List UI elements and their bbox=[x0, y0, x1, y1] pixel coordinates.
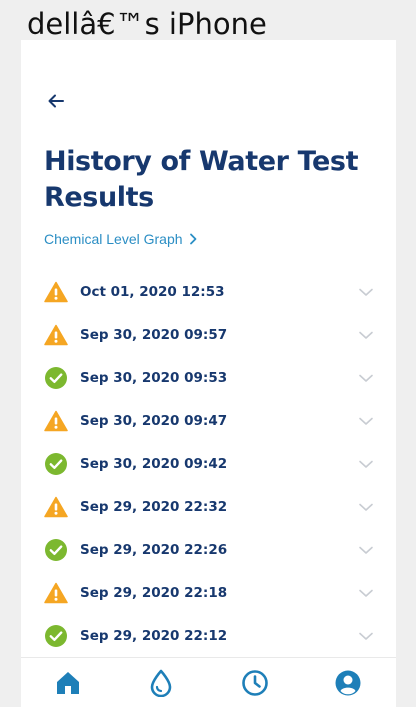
result-row[interactable]: Sep 30, 2020 09:53 bbox=[21, 356, 396, 399]
chemical-level-graph-label: Chemical Level Graph bbox=[44, 231, 183, 247]
check-circle-icon bbox=[44, 624, 68, 648]
result-row[interactable]: Sep 29, 2020 22:18 bbox=[21, 571, 396, 614]
profile-icon bbox=[335, 670, 361, 696]
result-row[interactable]: Sep 30, 2020 09:47 bbox=[21, 399, 396, 442]
chevron-down-icon[interactable] bbox=[357, 499, 375, 513]
chevron-down-icon[interactable] bbox=[357, 327, 375, 341]
check-circle-icon bbox=[44, 366, 68, 390]
results-list: Oct 01, 2020 12:53 Sep 30, 2020 09:57 Sep … bbox=[21, 270, 396, 657]
result-date: Sep 30, 2020 09:57 bbox=[80, 326, 228, 343]
home-icon bbox=[57, 672, 79, 694]
tab-home[interactable] bbox=[53, 668, 83, 698]
chevron-right-icon bbox=[189, 233, 196, 245]
result-date: Oct 01, 2020 12:53 bbox=[80, 283, 225, 300]
warning-icon bbox=[44, 280, 68, 304]
chevron-down-icon[interactable] bbox=[357, 456, 375, 470]
tab-water[interactable] bbox=[146, 668, 176, 698]
app-screen: History of Water Test Results Chemical L… bbox=[21, 40, 396, 707]
chevron-down-icon[interactable] bbox=[357, 542, 375, 556]
result-row[interactable]: Sep 29, 2020 22:32 bbox=[21, 485, 396, 528]
check-circle-icon bbox=[44, 452, 68, 476]
result-date: Sep 30, 2020 09:47 bbox=[80, 412, 228, 429]
warning-icon bbox=[44, 323, 68, 347]
chevron-down-icon[interactable] bbox=[357, 370, 375, 384]
check-circle-icon bbox=[44, 538, 68, 562]
result-date: Sep 30, 2020 09:42 bbox=[80, 455, 228, 472]
chevron-down-icon[interactable] bbox=[357, 585, 375, 599]
result-row[interactable]: Oct 01, 2020 12:53 bbox=[21, 270, 396, 313]
back-arrow-icon bbox=[48, 94, 64, 108]
water-drop-icon bbox=[150, 669, 172, 697]
result-date: Sep 29, 2020 22:18 bbox=[80, 584, 228, 601]
result-row[interactable]: Sep 30, 2020 09:42 bbox=[21, 442, 396, 485]
chemical-level-graph-link[interactable]: Chemical Level Graph bbox=[44, 228, 197, 250]
chevron-down-icon[interactable] bbox=[357, 413, 375, 427]
result-date: Sep 29, 2020 22:32 bbox=[80, 498, 228, 515]
chevron-down-icon[interactable] bbox=[357, 628, 375, 642]
warning-icon bbox=[44, 581, 68, 605]
bottom-tab-bar bbox=[21, 657, 396, 707]
result-date: Sep 29, 2020 22:26 bbox=[80, 541, 228, 558]
result-date: Sep 29, 2020 22:12 bbox=[80, 627, 228, 644]
chevron-down-icon[interactable] bbox=[357, 284, 375, 298]
result-row[interactable]: Sep 30, 2020 09:57 bbox=[21, 313, 396, 356]
result-date: Sep 30, 2020 09:53 bbox=[80, 369, 228, 386]
tab-history[interactable] bbox=[240, 668, 270, 698]
page-title: History of Water Test Results bbox=[44, 146, 359, 213]
result-row[interactable]: Sep 29, 2020 22:12 bbox=[21, 614, 396, 657]
warning-icon bbox=[44, 409, 68, 433]
clock-icon bbox=[242, 670, 268, 696]
result-row[interactable]: Sep 29, 2020 22:26 bbox=[21, 528, 396, 571]
warning-icon bbox=[44, 495, 68, 519]
back-button[interactable] bbox=[43, 89, 69, 113]
tab-profile[interactable] bbox=[333, 668, 363, 698]
